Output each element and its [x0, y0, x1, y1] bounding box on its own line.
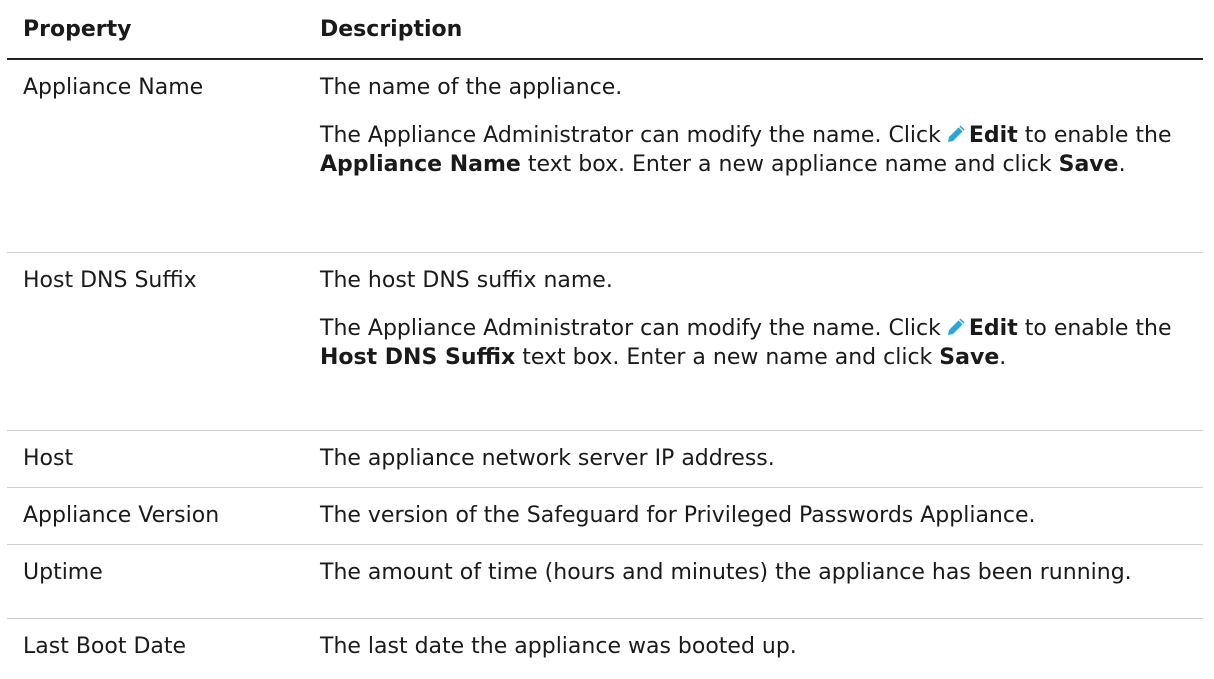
- save-label: Save: [1058, 152, 1119, 177]
- instruction-text: to enable the: [1024, 123, 1172, 148]
- instruction-text: text box. Enter a new name and click: [522, 345, 933, 370]
- instruction-text: The Appliance Administrator can modify t…: [320, 123, 941, 148]
- property-cell: Appliance Version: [23, 503, 220, 528]
- property-cell: Host DNS Suffix: [23, 268, 197, 293]
- property-cell: Uptime: [23, 560, 103, 585]
- description-cell: The last date the appliance was booted u…: [320, 634, 797, 659]
- description-cell: The amount of time (hours and minutes) t…: [320, 560, 1132, 585]
- instruction-end: .: [999, 345, 1007, 370]
- property-cell: Host: [23, 446, 74, 471]
- instruction-text: The Appliance Administrator can modify t…: [320, 316, 941, 341]
- table-row: Last Boot Date The last date the applian…: [7, 619, 1203, 679]
- table-header: Property Description: [7, 0, 1203, 60]
- table-row: Uptime The amount of time (hours and min…: [7, 545, 1203, 619]
- description-cell: The name of the appliance. The Appliance…: [320, 60, 1203, 252]
- edit-label: Edit: [968, 123, 1018, 148]
- description-edit-instructions: The Appliance Administrator can modify t…: [320, 121, 1197, 179]
- description-text: The name of the appliance.: [320, 75, 623, 100]
- field-name: Host DNS Suffix: [320, 345, 516, 370]
- table-row: Host DNS Suffix The host DNS suffix name…: [7, 253, 1203, 431]
- property-cell: Last Boot Date: [23, 634, 187, 659]
- description-cell: The host DNS suffix name. The Appliance …: [320, 253, 1203, 430]
- instruction-text: to enable the: [1024, 316, 1172, 341]
- instruction-end: .: [1118, 152, 1126, 177]
- table-row: Host The appliance network server IP add…: [7, 431, 1203, 488]
- header-property: Property: [23, 17, 132, 42]
- pencil-icon: [947, 318, 965, 335]
- table-row: Appliance Name The name of the appliance…: [7, 60, 1203, 253]
- description-text: The host DNS suffix name.: [320, 268, 613, 293]
- description-cell: The appliance network server IP address.: [320, 446, 775, 471]
- edit-label: Edit: [968, 316, 1018, 341]
- instruction-text: text box. Enter a new appliance name and…: [527, 152, 1052, 177]
- table-row: Appliance Version The version of the Saf…: [7, 488, 1203, 545]
- header-description: Description: [320, 17, 463, 42]
- description-cell: The version of the Safeguard for Privile…: [320, 503, 1036, 528]
- save-label: Save: [939, 345, 1000, 370]
- field-name: Appliance Name: [320, 152, 521, 177]
- property-cell: Appliance Name: [23, 75, 204, 100]
- description-edit-instructions: The Appliance Administrator can modify t…: [320, 314, 1197, 372]
- pencil-icon: [947, 125, 965, 142]
- properties-table: Property Description Appliance Name The …: [7, 0, 1203, 679]
